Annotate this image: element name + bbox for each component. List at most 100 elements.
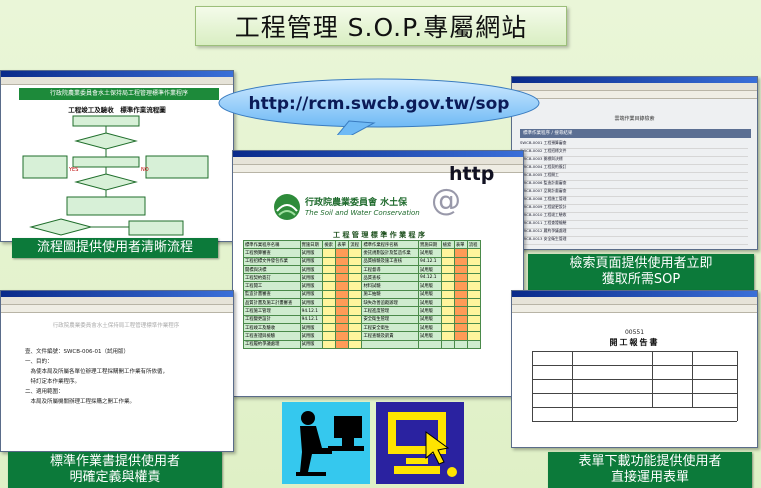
flow-icon[interactable] bbox=[466, 281, 482, 291]
flow-icon[interactable] bbox=[348, 298, 363, 308]
flow-icon[interactable] bbox=[348, 273, 363, 283]
search-icon[interactable] bbox=[440, 322, 455, 333]
site-url-link[interactable]: http://rcm.swcb.gov.tw/sop bbox=[214, 94, 544, 114]
sop-item-link[interactable]: 工程履約爭議處理 bbox=[243, 339, 301, 349]
form-icon[interactable] bbox=[335, 248, 350, 258]
form-icon[interactable] bbox=[453, 256, 468, 266]
form-icon[interactable] bbox=[335, 273, 350, 283]
form-icon[interactable] bbox=[453, 322, 468, 333]
search-result-row[interactable]: SWCB-0013 安全衛生管理 bbox=[520, 236, 748, 245]
form-icon[interactable] bbox=[453, 331, 468, 341]
flow-icon[interactable] bbox=[348, 289, 363, 300]
form-icon[interactable] bbox=[335, 306, 350, 316]
sop-date: 試用版 bbox=[299, 322, 324, 333]
flow-icon[interactable] bbox=[348, 256, 363, 266]
flow-icon[interactable] bbox=[466, 273, 482, 283]
form-icon[interactable] bbox=[335, 281, 350, 291]
sop-item-link[interactable]: 材料試驗 bbox=[361, 281, 420, 291]
search-icon[interactable] bbox=[440, 298, 455, 308]
search-icon[interactable] bbox=[322, 248, 337, 258]
form-icon[interactable] bbox=[335, 264, 350, 275]
sop-item-link[interactable]: 品質檢驗及施工查核 bbox=[361, 256, 420, 266]
flow-icon[interactable] bbox=[348, 264, 363, 275]
sop-item-link[interactable]: 工程安全衛生 bbox=[361, 322, 420, 333]
flow-icon[interactable] bbox=[348, 281, 363, 291]
form-icon[interactable] bbox=[335, 289, 350, 300]
flow-icon[interactable] bbox=[348, 248, 363, 258]
sop-item-link[interactable]: 委託規劃設計及監造作業 bbox=[361, 248, 420, 258]
flow-icon[interactable] bbox=[348, 331, 363, 341]
sop-item-link[interactable]: 品質計畫及施工計畫審查 bbox=[243, 298, 301, 308]
flow-icon[interactable] bbox=[466, 306, 482, 316]
http-label: http bbox=[449, 163, 495, 185]
flow-icon[interactable] bbox=[348, 339, 363, 349]
sop-item-link[interactable]: 品質查核 bbox=[361, 273, 420, 283]
search-icon[interactable] bbox=[322, 298, 337, 308]
sop-item-link[interactable]: 工程進度管理 bbox=[361, 306, 420, 316]
search-icon[interactable] bbox=[440, 264, 455, 275]
search-icon[interactable] bbox=[440, 248, 455, 258]
search-icon[interactable] bbox=[440, 306, 455, 316]
form-icon[interactable] bbox=[335, 331, 350, 341]
form-icon[interactable] bbox=[453, 281, 468, 291]
sop-item-link[interactable]: 工程變更設計 bbox=[243, 314, 301, 324]
search-icon[interactable] bbox=[322, 289, 337, 300]
search-icon[interactable] bbox=[322, 306, 337, 316]
search-icon[interactable] bbox=[440, 281, 455, 291]
sop-table-row: 工程竣工及驗收 試用版 工程安全衛生 試用版 bbox=[243, 322, 482, 333]
flow-icon[interactable] bbox=[466, 264, 482, 275]
sop-item-link[interactable]: 工程查驗及罰責 bbox=[361, 331, 420, 341]
search-icon[interactable] bbox=[322, 264, 337, 275]
flow-icon[interactable] bbox=[466, 256, 482, 266]
form-icon[interactable] bbox=[453, 306, 468, 316]
search-icon[interactable] bbox=[322, 281, 337, 291]
search-icon[interactable] bbox=[440, 256, 455, 266]
agency-name-en: The Soil and Water Conservation bbox=[305, 209, 420, 217]
search-icon[interactable] bbox=[322, 339, 337, 349]
flow-icon[interactable] bbox=[466, 298, 482, 308]
sop-item-link[interactable]: 工程竣工及驗收 bbox=[243, 322, 301, 333]
search-icon[interactable] bbox=[322, 256, 337, 266]
flow-icon[interactable] bbox=[466, 248, 482, 258]
form-icon[interactable] bbox=[335, 256, 350, 266]
form-icon[interactable] bbox=[335, 298, 350, 308]
sop-item-link[interactable]: 工程施工管理 bbox=[243, 306, 301, 316]
sop-item-link[interactable]: 工程查證與檢驗 bbox=[243, 331, 301, 341]
form-icon[interactable] bbox=[335, 322, 350, 333]
sop-item-link[interactable]: 工程督導 bbox=[361, 264, 420, 275]
form-icon[interactable] bbox=[453, 264, 468, 275]
sop-item-link[interactable]: 開標與決標 bbox=[243, 264, 301, 275]
search-icon[interactable] bbox=[440, 314, 455, 324]
search-icon[interactable] bbox=[322, 331, 337, 341]
form-icon[interactable] bbox=[453, 248, 468, 258]
sop-item-link[interactable]: 安全衛生管理 bbox=[361, 314, 420, 324]
sop-item-link[interactable]: 工程預算審查 bbox=[243, 248, 301, 258]
sop-item-link[interactable]: 缺失改善追蹤辦理 bbox=[361, 298, 420, 308]
search-icon[interactable] bbox=[322, 322, 337, 333]
search-icon[interactable] bbox=[440, 273, 455, 283]
form-icon[interactable] bbox=[335, 339, 350, 349]
search-icon[interactable] bbox=[322, 273, 337, 283]
sop-item-link[interactable]: 工程契約簽訂 bbox=[243, 273, 301, 283]
flow-icon[interactable] bbox=[466, 314, 482, 324]
flow-icon[interactable] bbox=[348, 314, 363, 324]
sop-item-link[interactable]: 工程開工 bbox=[243, 281, 301, 291]
form-icon[interactable] bbox=[453, 289, 468, 300]
form-icon[interactable] bbox=[453, 273, 468, 283]
flow-icon[interactable] bbox=[348, 306, 363, 316]
flow-icon[interactable] bbox=[466, 331, 482, 341]
sop-date: 試用版 bbox=[418, 331, 442, 341]
search-icon[interactable] bbox=[440, 289, 455, 300]
search-icon[interactable] bbox=[322, 314, 337, 324]
sop-item-link[interactable]: 監造計畫審查 bbox=[243, 289, 301, 300]
flowchart-diagram bbox=[22, 115, 209, 236]
form-icon[interactable] bbox=[453, 298, 468, 308]
form-icon[interactable] bbox=[453, 314, 468, 324]
search-icon[interactable] bbox=[440, 331, 455, 341]
flow-icon[interactable] bbox=[348, 322, 363, 333]
form-icon[interactable] bbox=[335, 314, 350, 324]
flow-icon[interactable] bbox=[466, 322, 482, 333]
sop-item-link[interactable]: 施工抽驗 bbox=[361, 289, 420, 300]
flow-icon[interactable] bbox=[466, 289, 482, 300]
sop-item-link[interactable]: 工程招標文件發包作業 bbox=[243, 256, 301, 266]
